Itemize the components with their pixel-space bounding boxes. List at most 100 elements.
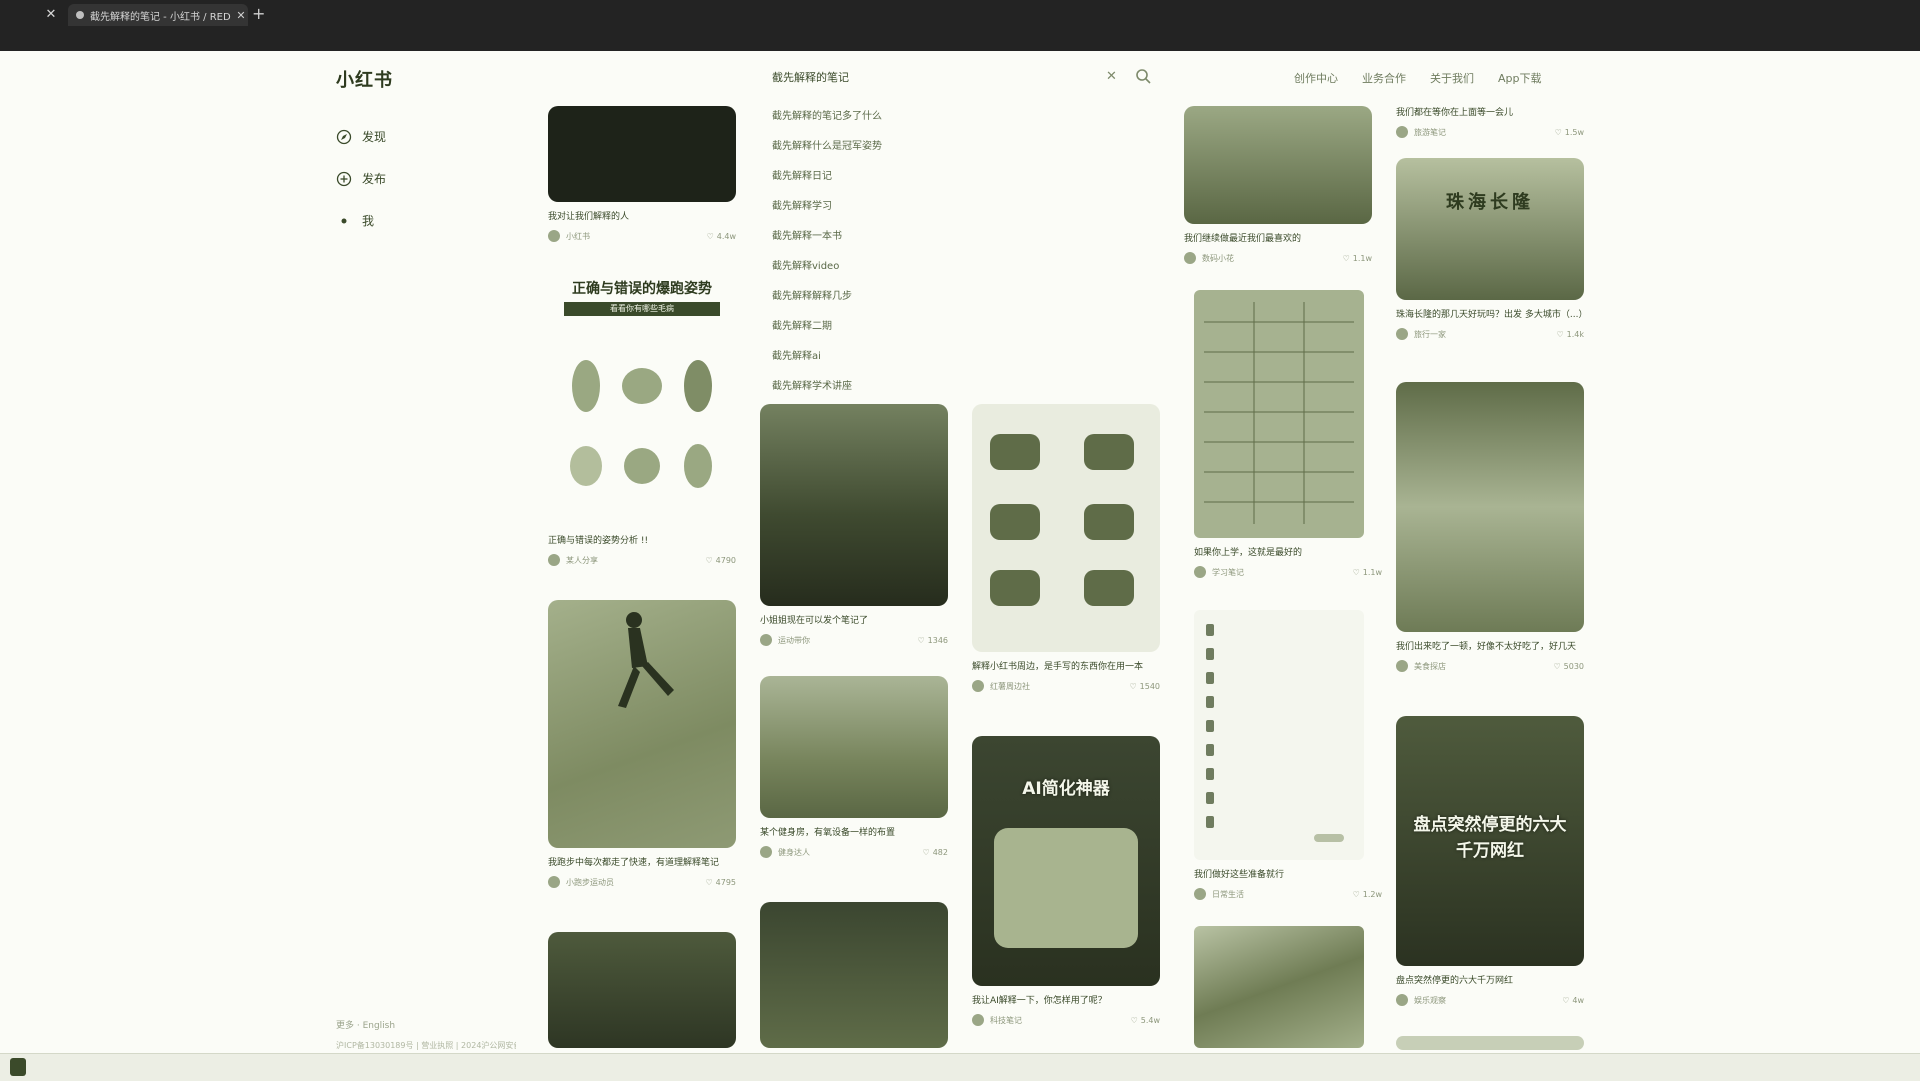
like-button[interactable]: ♡ 4.4w	[707, 232, 736, 241]
sidebar-item-discover[interactable]: 发现	[336, 128, 386, 145]
new-tab-button[interactable]: +	[252, 4, 265, 24]
clear-icon[interactable]: ✕	[1106, 69, 1117, 84]
note-card[interactable]: 我们做好这些准备就行 日常生活 ♡ 1.2w	[1194, 610, 1382, 900]
suggestion-item[interactable]: 截先解释什么是冠军姿势	[772, 138, 1032, 168]
note-card[interactable]: AI简化神器 我让AI解释一下，你怎样用了呢？ 科技笔记 ♡ 5.4w	[972, 736, 1160, 1026]
note-author[interactable]: 美食探店	[1414, 661, 1553, 672]
like-button[interactable]: ♡ 1.1w	[1353, 568, 1382, 577]
note-card[interactable]	[1194, 926, 1382, 1048]
note-thumbnail[interactable]: 正确与错误的爆跑姿势 看看你有哪些毛病	[548, 262, 736, 526]
avatar[interactable]	[548, 876, 560, 888]
avatar[interactable]	[760, 634, 772, 646]
note-card[interactable]: 小姐姐现在可以发个笔记了 运动带你 ♡ 1346	[760, 404, 948, 646]
sidebar-item-publish[interactable]: 发布	[336, 170, 386, 187]
note-title[interactable]: 解释小红书周边，是手写的东西你在用一本	[972, 660, 1160, 674]
like-button[interactable]: ♡ 1.1w	[1343, 254, 1372, 263]
note-thumbnail[interactable]	[1184, 106, 1372, 224]
note-card[interactable]: 我们继续做最近我们最喜欢的 数码小花 ♡ 1.1w	[1184, 106, 1372, 264]
note-thumbnail[interactable]	[1396, 1036, 1584, 1050]
note-author[interactable]: 小红书	[566, 231, 707, 242]
note-author[interactable]: 学习笔记	[1212, 567, 1353, 578]
note-author[interactable]: 旅行一家	[1414, 329, 1556, 340]
note-author[interactable]: 运动带你	[778, 635, 917, 646]
note-card[interactable]	[760, 902, 948, 1048]
nav-app-download[interactable]: App下载	[1498, 70, 1542, 86]
like-button[interactable]: ♡ 5.4w	[1131, 1016, 1160, 1025]
note-thumbnail[interactable]	[972, 404, 1160, 652]
like-button[interactable]: ♡ 1.4k	[1556, 330, 1584, 339]
note-thumbnail[interactable]: AI简化神器	[972, 736, 1160, 986]
note-thumbnail[interactable]	[548, 932, 736, 1048]
avatar[interactable]	[1396, 994, 1408, 1006]
suggestion-item[interactable]: 截先解释ai	[772, 348, 1032, 378]
suggestion-item[interactable]: 截先解释解释几步	[772, 288, 1032, 318]
note-title[interactable]: 如果你上学，这就是最好的	[1194, 546, 1382, 560]
note-title[interactable]: 我们都在等你在上面等一会儿	[1396, 106, 1584, 120]
note-thumbnail[interactable]	[760, 404, 948, 606]
site-logo[interactable]: 小红书	[336, 66, 393, 92]
note-author[interactable]: 小跑步运动员	[566, 877, 705, 888]
avatar[interactable]	[1194, 566, 1206, 578]
note-title[interactable]: 我跑步中每次都走了快速，有道理解释笔记	[548, 856, 736, 870]
note-title[interactable]: 我让AI解释一下，你怎样用了呢？	[972, 994, 1160, 1008]
note-card[interactable]	[1396, 1036, 1584, 1050]
avatar[interactable]	[972, 680, 984, 692]
note-thumbnail[interactable]	[1194, 290, 1364, 538]
note-thumbnail[interactable]	[548, 106, 736, 202]
note-author[interactable]: 健身达人	[778, 847, 923, 858]
note-thumbnail[interactable]: 盘点突然停更的六大千万网红	[1396, 716, 1584, 966]
note-author[interactable]: 日常生活	[1212, 889, 1353, 900]
note-thumbnail[interactable]	[1194, 610, 1364, 860]
tab-close-icon[interactable]: ✕	[234, 9, 248, 22]
note-card[interactable]: 盘点突然停更的六大千万网红 盘点突然停更的六大千万网红 娱乐观察 ♡ 4w	[1396, 716, 1584, 1006]
like-button[interactable]: ♡ 4795	[705, 878, 736, 887]
note-title[interactable]: 我对让我们解释的人	[548, 210, 736, 224]
suggestion-item[interactable]: 截先解释的笔记多了什么	[772, 108, 1032, 138]
footer-links[interactable]: 更多 · English	[336, 1018, 395, 1031]
avatar[interactable]	[1194, 888, 1206, 900]
note-thumbnail[interactable]: 珠海长隆	[1396, 158, 1584, 300]
like-button[interactable]: ♡ 1.2w	[1353, 890, 1382, 899]
close-icon[interactable]: ✕	[44, 8, 58, 22]
note-card[interactable]	[548, 932, 736, 1048]
like-button[interactable]: ♡ 1346	[917, 636, 948, 645]
note-author[interactable]: 某人分享	[566, 555, 705, 566]
like-button[interactable]: ♡ 1.5w	[1555, 128, 1584, 137]
note-title[interactable]: 珠海长隆的那几天好玩吗？出发 多大城市（...）	[1396, 308, 1584, 322]
note-card[interactable]: 我跑步中每次都走了快速，有道理解释笔记 小跑步运动员 ♡ 4795	[548, 600, 736, 888]
note-card[interactable]: 我们都在等你在上面等一会儿 旅游笔记 ♡ 1.5w	[1396, 106, 1584, 138]
note-thumbnail[interactable]	[1194, 926, 1364, 1048]
note-card[interactable]: 某个健身房，有氧设备一样的布置 健身达人 ♡ 482	[760, 676, 948, 858]
note-thumbnail[interactable]	[760, 902, 948, 1048]
note-author[interactable]: 数码小花	[1202, 253, 1343, 264]
note-thumbnail[interactable]	[548, 600, 736, 848]
note-title[interactable]: 小姐姐现在可以发个笔记了	[760, 614, 948, 628]
suggestion-item[interactable]: 截先解释video	[772, 258, 1032, 288]
avatar[interactable]	[1184, 252, 1196, 264]
like-button[interactable]: ♡ 4790	[705, 556, 736, 565]
like-button[interactable]: ♡ 482	[923, 848, 948, 857]
avatar[interactable]	[548, 230, 560, 242]
note-thumbnail[interactable]	[760, 676, 948, 818]
like-button[interactable]: ♡ 5030	[1553, 662, 1584, 671]
note-title[interactable]: 正确与错误的姿势分析 !!	[548, 534, 736, 548]
note-title[interactable]: 某个健身房，有氧设备一样的布置	[760, 826, 948, 840]
note-title[interactable]: 我们出来吃了一顿，好像不太好吃了，好几天	[1396, 640, 1584, 654]
suggestion-item[interactable]: 截先解释日记	[772, 168, 1032, 198]
document-icon[interactable]	[10, 1058, 26, 1076]
sidebar-item-me[interactable]: 我	[336, 212, 374, 229]
note-author[interactable]: 旅游笔记	[1414, 127, 1555, 138]
note-card[interactable]: 我对让我们解释的人 小红书 ♡ 4.4w	[548, 106, 736, 242]
note-card[interactable]: 解释小红书周边，是手写的东西你在用一本 红薯周边社 ♡ 1540	[972, 404, 1160, 692]
note-author[interactable]: 红薯周边社	[990, 681, 1129, 692]
note-card[interactable]: 珠海长隆 珠海长隆的那几天好玩吗？出发 多大城市（...） 旅行一家 ♡ 1.4k	[1396, 158, 1584, 340]
search-icon[interactable]	[1134, 67, 1152, 85]
suggestion-item[interactable]: 截先解释二期	[772, 318, 1032, 348]
nav-creator-center[interactable]: 创作中心	[1294, 70, 1338, 86]
avatar[interactable]	[1396, 660, 1408, 672]
avatar[interactable]	[972, 1014, 984, 1026]
avatar[interactable]	[548, 554, 560, 566]
browser-tab[interactable]: 截先解释的笔记 - 小红书 / RED ✕	[68, 4, 248, 26]
note-author[interactable]: 娱乐观察	[1414, 995, 1562, 1006]
note-title[interactable]: 我们做好这些准备就行	[1194, 868, 1382, 882]
